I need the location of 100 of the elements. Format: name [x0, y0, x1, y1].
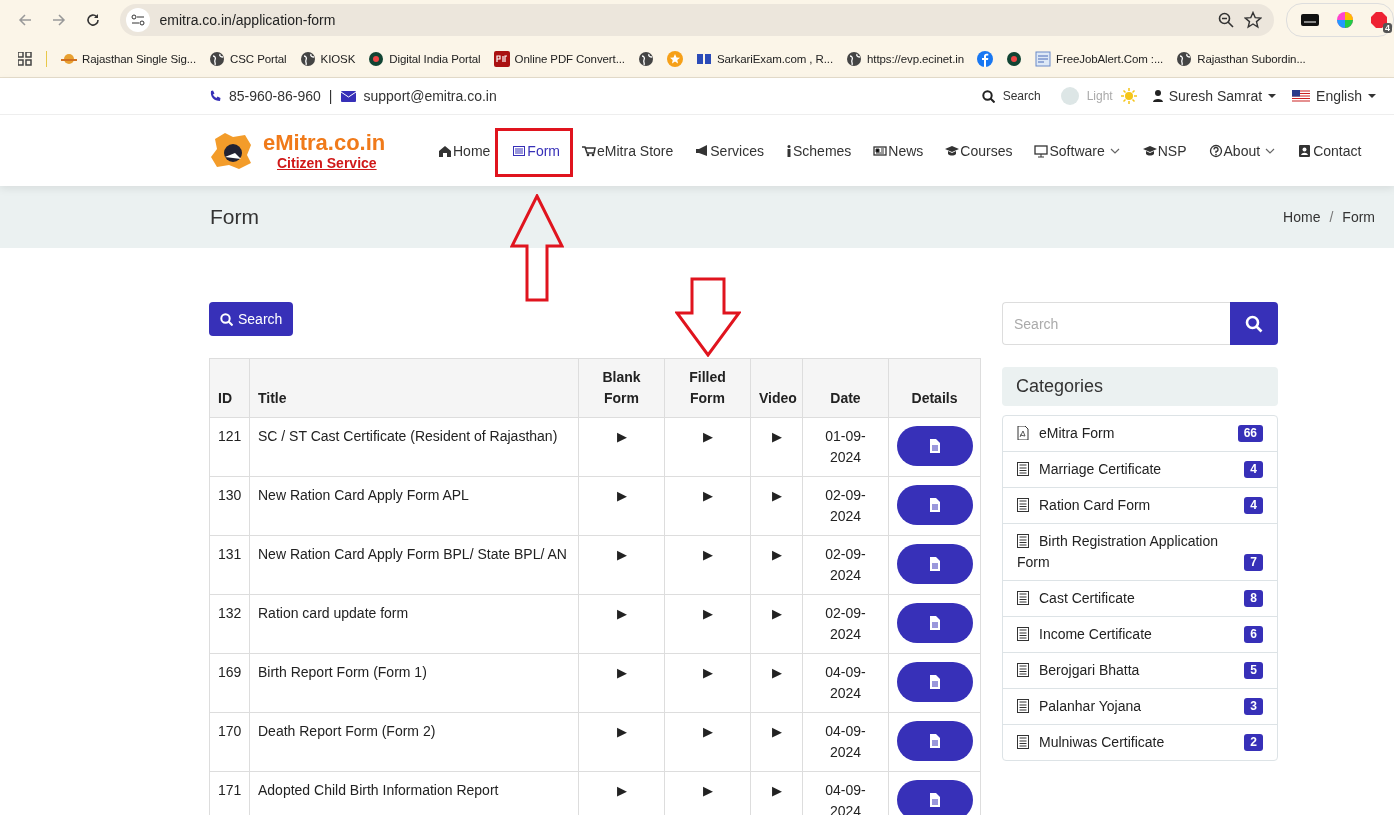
globe-icon — [209, 50, 226, 67]
bookmark[interactable]: https://evp.ecinet.in — [846, 50, 964, 67]
bookmark[interactable]: KIOSK — [299, 50, 356, 67]
bookmark[interactable]: Online PDF Convert... — [493, 50, 625, 67]
details-button[interactable] — [896, 485, 973, 525]
nav-link[interactable]: Home — [427, 130, 502, 171]
play-link[interactable]: ▶ — [771, 665, 782, 680]
round-logo-icon[interactable] — [1006, 50, 1022, 67]
table-cell: Death Report Form (Form 2) — [249, 712, 579, 772]
details-button[interactable] — [896, 780, 973, 815]
bookmark[interactable]: Digital India Portal — [368, 50, 481, 67]
zoom-icon[interactable] — [1218, 12, 1234, 28]
facebook-icon[interactable] — [977, 50, 993, 67]
play-link[interactable]: ▶ — [702, 429, 713, 444]
play-link[interactable]: ▶ — [702, 488, 713, 503]
back-icon[interactable] — [17, 13, 32, 27]
column-header: Title — [249, 358, 579, 418]
address-bar[interactable]: emitra.co.in/application-form — [119, 4, 1274, 36]
details-button[interactable] — [896, 603, 973, 643]
details-button[interactable] — [896, 544, 973, 584]
reload-icon[interactable] — [85, 13, 100, 27]
globe-icon — [299, 50, 316, 67]
play-link[interactable]: ▶ — [771, 606, 782, 621]
play-link[interactable]: ▶ — [771, 547, 782, 562]
count-badge: 4 — [1244, 461, 1263, 478]
form-icon — [1017, 534, 1029, 548]
keyboard-icon[interactable] — [1301, 14, 1319, 26]
play-link[interactable]: ▶ — [702, 724, 713, 739]
category-link[interactable]: Cast Certificate — [1017, 588, 1245, 609]
table-cell: 04-09-2024 — [802, 653, 889, 713]
bookmark[interactable]: Rajasthan Subordin... — [1176, 50, 1306, 67]
forward-icon[interactable] — [51, 13, 66, 27]
nav-link[interactable]: News — [862, 130, 935, 171]
nav-link[interactable]: Schemes — [774, 130, 863, 171]
email-link[interactable]: support@emitra.co.in — [363, 88, 497, 104]
nav-link[interactable]: eMitra Store — [571, 130, 685, 171]
search-link[interactable]: Search — [1002, 89, 1041, 103]
play-link[interactable]: ▶ — [616, 724, 627, 739]
category-link[interactable]: Ration Card Form — [1017, 495, 1245, 516]
star-badge-icon[interactable] — [666, 50, 683, 67]
nav-link[interactable]: About — [1197, 130, 1288, 171]
nav-link[interactable]: Courses — [934, 130, 1024, 171]
star-icon[interactable] — [1244, 11, 1262, 29]
breadcrumb-current: Form — [1342, 209, 1375, 225]
play-link[interactable]: ▶ — [616, 547, 627, 562]
nav-link[interactable]: NSP — [1131, 130, 1198, 171]
play-link[interactable]: ▶ — [702, 606, 713, 621]
play-link[interactable]: ▶ — [616, 783, 627, 798]
form-icon — [512, 143, 527, 158]
count-badge: 7 — [1244, 554, 1263, 571]
details-button[interactable] — [896, 662, 973, 702]
play-link[interactable]: ▶ — [771, 488, 782, 503]
bookmark[interactable]: SarkariExam.com , R... — [695, 50, 833, 67]
round-logo-icon — [368, 50, 385, 67]
color-wheel-icon[interactable] — [1337, 12, 1353, 28]
play-link[interactable]: ▶ — [616, 429, 627, 444]
category-link[interactable]: Mulniwas Certificate — [1017, 732, 1245, 753]
breadcrumb-link[interactable]: Home — [1283, 209, 1321, 225]
nav-link[interactable]: Form — [501, 130, 572, 171]
category-link[interactable]: Palanhar Yojana — [1017, 696, 1245, 717]
play-link[interactable]: ▶ — [771, 783, 782, 798]
table-cell: New Ration Card Apply Form APL — [249, 476, 579, 536]
globe-icon[interactable] — [637, 50, 654, 67]
bookmark[interactable]: CSC Portal — [209, 50, 287, 67]
search-button[interactable]: Search — [209, 302, 294, 336]
play-link[interactable]: ▶ — [616, 606, 627, 621]
search-button[interactable] — [1230, 302, 1278, 345]
logo-title: eMitra.co.in — [263, 130, 386, 155]
language-name: English — [1316, 88, 1362, 104]
user-menu[interactable]: Suresh Samrat — [1152, 88, 1277, 104]
nav-link[interactable]: Services — [684, 130, 775, 171]
theme-toggle[interactable] — [1060, 87, 1079, 105]
language-menu[interactable]: English — [1292, 88, 1376, 104]
details-button[interactable] — [896, 426, 973, 466]
table-cell: Ration card update form — [249, 594, 579, 654]
play-link[interactable]: ▶ — [771, 724, 782, 739]
site-logo[interactable]: eMitra.co.in Citizen Service — [209, 130, 427, 171]
bookmark[interactable]: FreeJobAlert.Com :... — [1035, 50, 1164, 67]
play-link[interactable]: ▶ — [771, 429, 782, 444]
nav-link[interactable]: Contact — [1287, 130, 1373, 171]
details-button[interactable] — [896, 721, 973, 761]
play-link[interactable]: ▶ — [616, 665, 627, 680]
apps-grid-icon[interactable] — [18, 51, 32, 66]
search-field[interactable]: Search — [1002, 302, 1230, 345]
bookmark[interactable]: Rajasthan Single Sig... — [61, 50, 197, 67]
play-link[interactable]: ▶ — [616, 488, 627, 503]
category-link[interactable]: Income Certificate — [1017, 624, 1245, 645]
globe-icon — [846, 50, 862, 67]
table-cell: 170 — [209, 712, 250, 772]
nav-link[interactable]: Software — [1023, 130, 1132, 171]
document-icon — [928, 675, 941, 689]
category-link[interactable]: Birth Registration Application Form — [1017, 531, 1245, 573]
play-link[interactable]: ▶ — [702, 783, 713, 798]
play-link[interactable]: ▶ — [702, 547, 713, 562]
category-link[interactable]: Berojgari Bhatta — [1017, 660, 1245, 681]
category-link[interactable]: eMitra Form — [1017, 423, 1238, 444]
up-arrow-icon — [510, 194, 564, 302]
table-cell: 121 — [209, 417, 250, 477]
play-link[interactable]: ▶ — [702, 665, 713, 680]
category-link[interactable]: Marriage Certificate — [1017, 459, 1245, 480]
